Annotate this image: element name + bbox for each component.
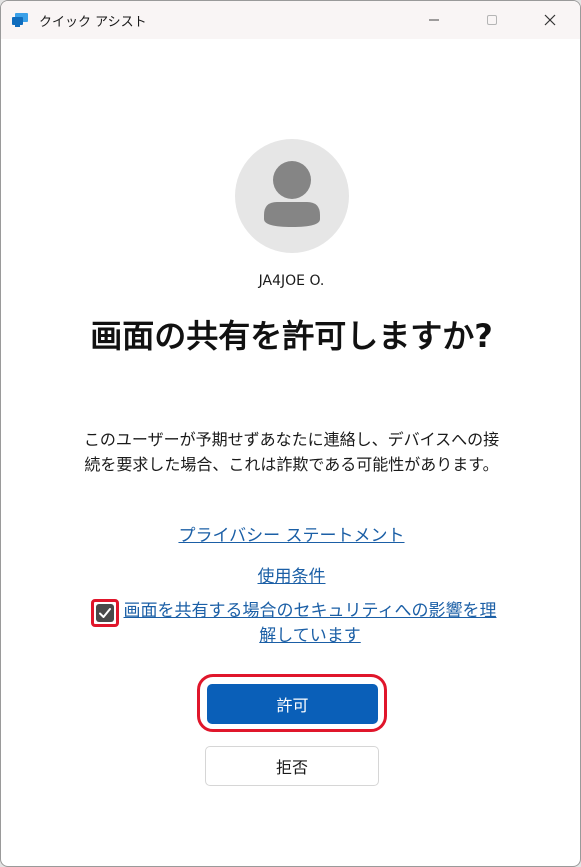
- person-icon: [264, 161, 320, 227]
- close-icon: [544, 14, 556, 26]
- maximize-icon: [487, 15, 497, 25]
- minimize-icon: [429, 19, 439, 21]
- avatar: [235, 139, 349, 253]
- deny-button[interactable]: 拒否: [205, 746, 379, 786]
- allow-button[interactable]: 許可: [207, 684, 378, 724]
- terms-of-use-link[interactable]: 使用条件: [1, 562, 580, 587]
- maximize-button[interactable]: [469, 1, 515, 39]
- minimize-button[interactable]: [411, 1, 457, 39]
- privacy-statement-link[interactable]: プライバシー ステートメント: [1, 521, 580, 546]
- security-consent-label[interactable]: 画面を共有する場合のセキュリティへの影響を理解しています: [119, 599, 501, 649]
- window-title: クイック アシスト: [39, 15, 147, 30]
- close-button[interactable]: [527, 1, 573, 39]
- title-bar[interactable]: クイック アシスト: [1, 1, 580, 39]
- user-name: JA4JOE O.: [258, 273, 325, 289]
- quick-assist-window: クイック アシスト JA4JOE O. 画面の共有を許可しますか? このユーザー…: [0, 0, 581, 867]
- checkmark-icon: [99, 608, 111, 618]
- consent-row: 画面を共有する場合のセキュリティへの影響を理解しています: [91, 599, 501, 651]
- dialog-heading: 画面の共有を許可しますか?: [90, 317, 493, 355]
- scam-warning-text: このユーザーが予期せずあなたに連絡し、デバイスへの接続を要求した場合、これは詐欺…: [83, 430, 500, 474]
- security-consent-checkbox[interactable]: [96, 604, 114, 622]
- quick-assist-icon: [12, 13, 28, 27]
